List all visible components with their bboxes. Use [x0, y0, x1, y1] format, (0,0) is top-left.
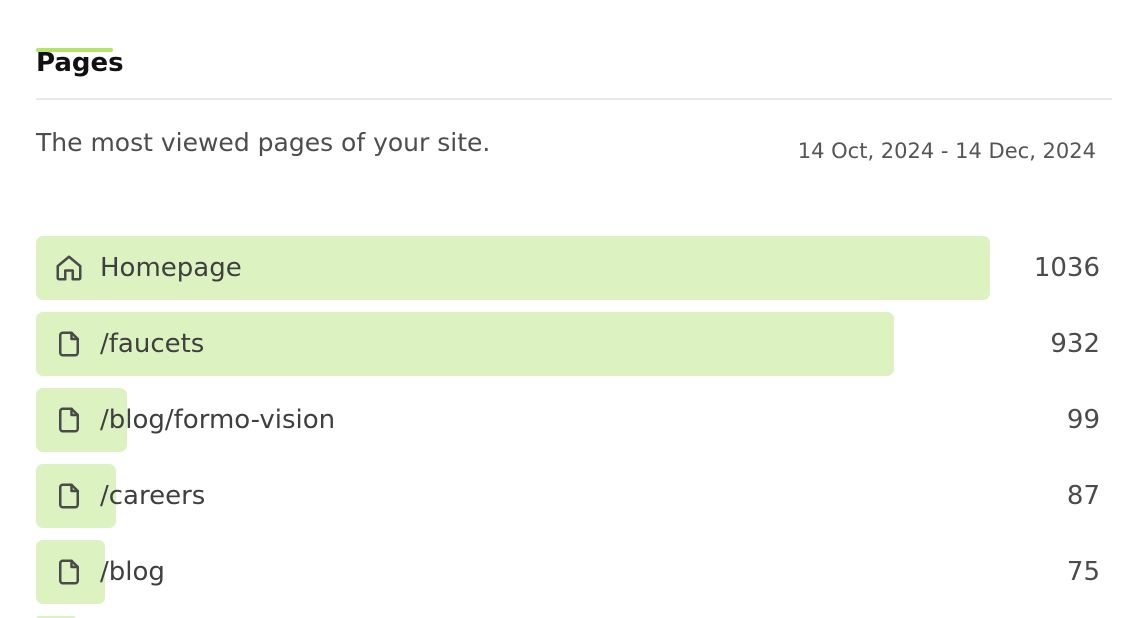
active-tab-indicator — [36, 48, 113, 52]
page-views: 87 — [1066, 481, 1100, 511]
file-icon — [54, 329, 84, 359]
date-range: 14 Oct, 2024 - 14 Dec, 2024 — [797, 139, 1096, 163]
page-path: /blog — [100, 557, 165, 587]
page-path: /blog/formo-vision — [100, 405, 336, 435]
tab-bar: Pages — [36, 0, 1112, 100]
file-icon — [54, 557, 84, 587]
file-icon — [54, 405, 84, 435]
pages-panel: Pages The most viewed pages of your site… — [0, 0, 1126, 618]
list-item[interactable]: /blog/formo-vision 99 — [36, 388, 1100, 452]
page-views: 75 — [1066, 557, 1100, 587]
list-item[interactable]: /faucets 932 — [36, 312, 1100, 376]
page-views: 99 — [1066, 405, 1100, 435]
page-path: /careers — [100, 481, 206, 511]
file-icon — [54, 481, 84, 511]
list-item[interactable]: Homepage 1036 — [36, 236, 1100, 300]
page-views: 1036 — [1033, 253, 1100, 283]
tab-pages[interactable]: Pages — [36, 46, 124, 100]
page-path: Homepage — [100, 253, 242, 283]
page-path: /faucets — [100, 329, 205, 359]
list-item[interactable]: /careers 87 — [36, 464, 1100, 528]
list-item[interactable]: /blog 75 — [36, 540, 1100, 604]
panel-description: The most viewed pages of your site. — [36, 128, 491, 157]
home-icon — [54, 253, 84, 283]
pages-list: Homepage 1036 /faucets 932 /blog/formo-v… — [36, 236, 1100, 616]
page-views: 932 — [1050, 329, 1100, 359]
